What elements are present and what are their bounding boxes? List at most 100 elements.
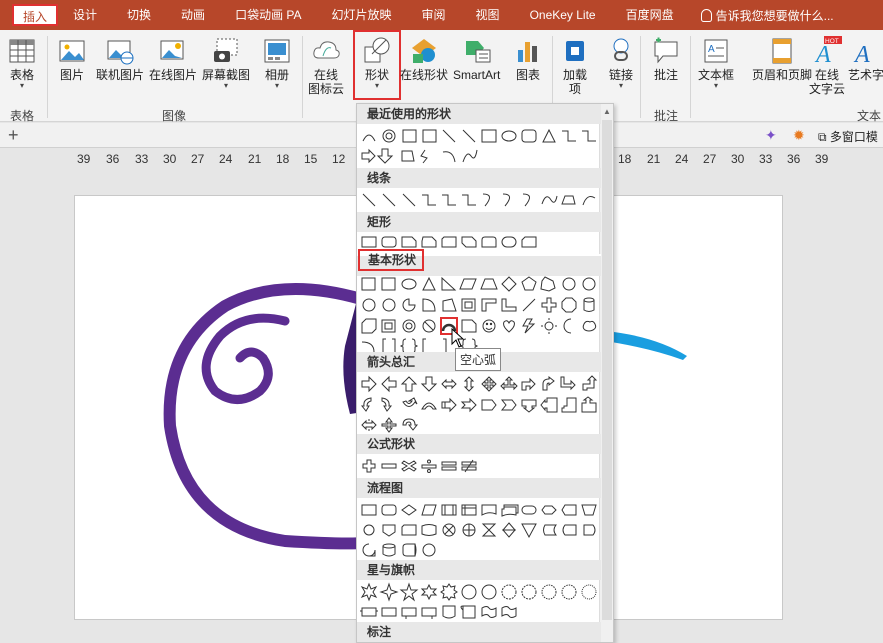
gear-icon[interactable]: ✹ (793, 127, 805, 144)
wordart-icon: A (853, 42, 870, 66)
recent-shapes-icons-2[interactable] (359, 146, 599, 166)
group-divider (47, 36, 48, 118)
shape-row (359, 295, 599, 315)
banner-shapes-icons[interactable] (359, 602, 599, 622)
online-text-cloud-button[interactable]: A HOT 在线 文字云 (809, 36, 845, 96)
ruler-tick: 30 (731, 152, 745, 166)
online-text-cloud-label-2: 文字云 (809, 82, 846, 96)
ruler-tick: 36 (106, 152, 120, 166)
screenshot-button[interactable]: 屏幕截图 ▾ (202, 36, 250, 90)
online-picture-icon (107, 40, 134, 65)
comment-icon (654, 37, 678, 64)
section-equation-shapes: 公式形状 (357, 434, 601, 454)
ruler-tick: 39 (815, 152, 829, 166)
section-stars-banners: 星与旗帜 (357, 560, 601, 580)
tab-review[interactable]: 审阅 (407, 0, 461, 30)
comment-button[interactable]: 批注 (651, 36, 681, 82)
chevron-down-icon: ▾ (274, 81, 279, 90)
shape-row (359, 374, 599, 394)
section-lines: 线条 (357, 168, 601, 188)
online-text-cloud-label-1: 在线 (815, 68, 840, 82)
tab-slideshow[interactable]: 幻灯片放映 (317, 0, 407, 30)
group-table-label: 表格 (10, 109, 35, 123)
tab-transitions[interactable]: 切换 (112, 0, 166, 30)
section-rectangles: 矩形 (357, 212, 601, 232)
addins-label-1: 加载 (562, 68, 587, 82)
wordart-button[interactable]: A 艺术字 (848, 36, 883, 82)
tell-me-box[interactable]: 告诉我您想要做什么... (700, 7, 834, 24)
arrow-shapes-icons-2[interactable] (359, 395, 599, 415)
tab-view[interactable]: 视图 (461, 0, 515, 30)
scroll-thumb[interactable] (602, 120, 612, 620)
ruler-tick: 33 (759, 152, 773, 166)
chart-button[interactable]: 图表 (513, 36, 543, 82)
album-icon (264, 39, 290, 63)
link-icon (613, 38, 629, 61)
tab-onekey-lite[interactable]: OneKey Lite (515, 0, 611, 30)
addins-button[interactable]: 加载 项 (560, 36, 590, 96)
equation-shapes-icons[interactable] (359, 456, 599, 476)
ruler-tick: 39 (77, 152, 91, 166)
dropdown-scrollbar[interactable]: ▲ (599, 104, 613, 642)
link-button[interactable]: 链接 ▾ (606, 36, 636, 90)
shape-row (359, 415, 599, 435)
textbox-button[interactable]: A 文本框 ▾ (698, 36, 734, 90)
arrow-shapes-icons-1[interactable] (359, 374, 599, 394)
basic-shapes-icons-3[interactable] (359, 316, 599, 336)
shapes-icon (364, 37, 390, 63)
online-picture2-button[interactable]: 在线图片 (149, 36, 197, 82)
online-picture-button[interactable]: 联机图片 (96, 36, 144, 82)
shapes-button[interactable]: 形状 ▾ (353, 30, 401, 100)
star-shapes-icons-1[interactable] (359, 582, 599, 602)
header-footer-label: 页眉和页脚 (752, 68, 813, 82)
window-icon: ⧉ (818, 130, 827, 144)
scroll-up-icon[interactable]: ▲ (603, 107, 611, 116)
tab-pocket-animation[interactable]: 口袋动画 PA (220, 0, 316, 30)
basic-shapes-icons-1[interactable] (359, 274, 599, 294)
online-picture2-label: 在线图片 (149, 68, 198, 82)
multi-window-button[interactable]: ⧉ 多窗口模 (818, 128, 878, 145)
picture-button[interactable]: 图片 (57, 36, 87, 82)
purple-spiral-inner (201, 313, 290, 404)
table-button[interactable]: 表格 ▾ (7, 36, 37, 90)
online-shapes-button[interactable]: 在线形状 (400, 36, 448, 82)
table-icon (9, 39, 35, 63)
text-cloud-icon: AHOT (814, 36, 842, 66)
comment-label: 批注 (653, 68, 678, 82)
purple-spiral-tail (163, 283, 381, 550)
recent-shapes-icons[interactable] (359, 126, 599, 146)
smartart-icon (465, 41, 491, 63)
screenshot-icon (214, 38, 238, 62)
flowchart-icons-1[interactable] (359, 500, 599, 520)
smartart-button[interactable]: SmartArt (453, 36, 500, 82)
online-icon-cloud-button[interactable]: 在线 图标云 (308, 36, 344, 96)
shape-row (359, 146, 599, 166)
shape-row (359, 602, 599, 622)
add-icon[interactable]: + (8, 125, 19, 145)
shape-row (359, 190, 599, 210)
basic-shapes-icons-2[interactable] (359, 295, 599, 315)
ruler-tick: 18 (276, 152, 290, 166)
shape-row (359, 274, 599, 294)
tab-design[interactable]: 设计 (58, 0, 112, 30)
album-button[interactable]: 相册 ▾ (262, 36, 292, 90)
online-icon-cloud-label-1: 在线 (314, 68, 339, 82)
arrow-shapes-icons-3[interactable] (359, 415, 599, 435)
flowchart-icons-3[interactable] (359, 540, 599, 560)
tab-insert[interactable]: 插入 (12, 4, 59, 26)
line-shapes-icons[interactable] (359, 190, 599, 210)
cloud-leaf-icon (313, 41, 340, 59)
album-label: 相册 (264, 68, 289, 82)
flowchart-icons-2[interactable] (359, 520, 599, 540)
shape-row (359, 456, 599, 476)
screenshot-label: 屏幕截图 (202, 68, 251, 82)
header-footer-button[interactable]: 页眉和页脚 (752, 36, 812, 82)
hot-badge: HOT (825, 38, 839, 45)
magic-wand-icon[interactable]: ✦ (765, 127, 777, 144)
blue-shape (605, 331, 687, 360)
online-shapes-label: 在线形状 (400, 68, 449, 82)
tab-animations[interactable]: 动画 (166, 0, 220, 30)
ruler-tick: 27 (191, 152, 205, 166)
smartart-label: SmartArt (453, 68, 501, 82)
tab-baidu-netdisk[interactable]: 百度网盘 (611, 0, 689, 30)
